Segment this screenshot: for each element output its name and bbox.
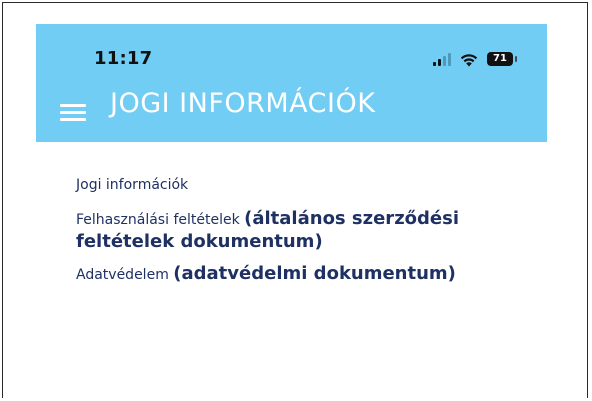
- status-time: 11:17: [94, 48, 153, 69]
- terms-of-use-label: Felhasználási feltételek: [76, 212, 245, 228]
- privacy-row: Adatvédelem (adatvédelmi dokumentum): [76, 263, 536, 286]
- wifi-icon: [460, 53, 478, 66]
- privacy-document-link[interactable]: (adatvédelmi dokumentum): [173, 263, 456, 284]
- battery-icon: 71: [487, 52, 517, 66]
- menu-icon[interactable]: [60, 104, 86, 122]
- legal-info-content: Jogi információk Felhasználási feltétele…: [76, 176, 536, 296]
- terms-of-use-row: Felhasználási feltételek (általános szer…: [76, 208, 536, 253]
- section-heading: Jogi információk: [76, 177, 189, 193]
- signal-icon: [433, 52, 451, 66]
- battery-level: 71: [493, 53, 507, 64]
- privacy-label: Adatvédelem: [76, 267, 174, 283]
- page-title: JOGI INFORMÁCIÓK: [110, 88, 376, 119]
- app-header: 11:17 71 JOGI INFORMÁCIÓK: [36, 24, 547, 142]
- status-icons: 71: [433, 48, 517, 70]
